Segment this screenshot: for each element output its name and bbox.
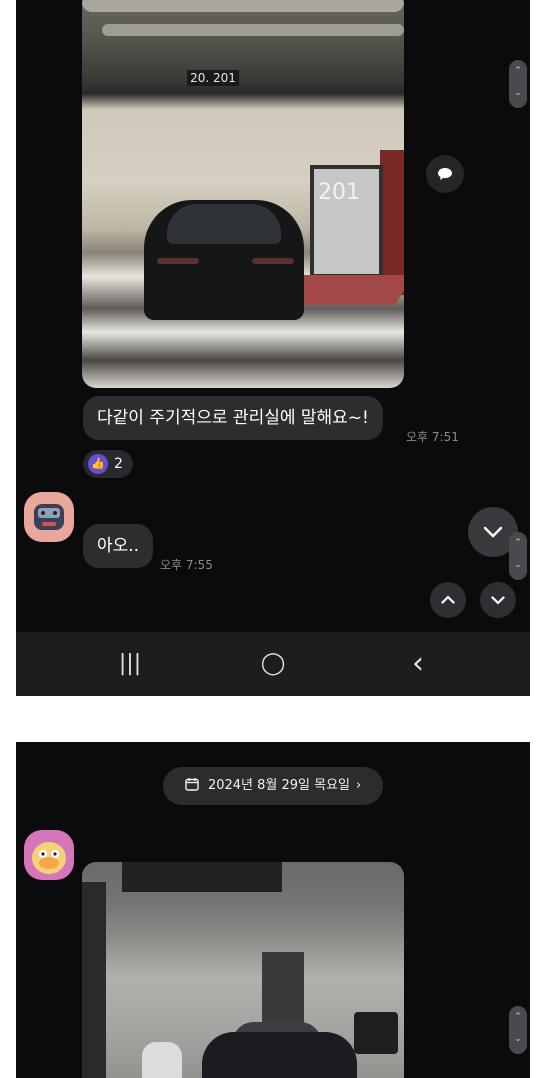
date-label: 2024년 8월 29일 목요일: [207, 778, 350, 793]
search-prev-button[interactable]: [430, 582, 466, 618]
scrollbar-handle[interactable]: ⌃ ⌄: [509, 1006, 527, 1054]
parking-photo-message[interactable]: 20. 201 201: [82, 0, 404, 388]
reaction-count: 2: [114, 456, 123, 472]
parked-car: [202, 1032, 357, 1078]
chevron-down-icon: [491, 590, 505, 609]
recent-apps-button[interactable]: |||: [100, 632, 160, 696]
scooter: [142, 1042, 182, 1078]
chevron-down-icon: [483, 523, 503, 542]
system-navigation-bar: ||| ◯ ‹: [16, 632, 530, 696]
calendar-icon: [185, 778, 208, 793]
scrollbar-handle[interactable]: ⌃ ⌄: [509, 60, 527, 108]
thumbs-up-icon: 👍: [88, 454, 108, 474]
back-button[interactable]: ‹: [388, 632, 448, 696]
chevron-up-icon: [441, 589, 455, 608]
search-next-button[interactable]: [480, 582, 516, 618]
avatar[interactable]: [24, 492, 74, 542]
message-time: 오후 7:55: [160, 558, 213, 572]
door-number: 201: [318, 180, 360, 205]
scrollbar-handle[interactable]: ⌃ ⌄: [509, 532, 527, 580]
home-button[interactable]: ◯: [243, 632, 303, 696]
parking-photo-message[interactable]: [82, 862, 404, 1078]
message-bubble: 아오..: [83, 524, 154, 568]
chevron-right-icon: ›: [356, 778, 362, 793]
date-divider[interactable]: 2024년 8월 29일 목요일 ›: [163, 767, 383, 805]
ceiling-parking-sign: 20. 201: [187, 70, 239, 86]
message-time: 오후 7:51: [406, 430, 459, 444]
chat-screen-bottom: 2024년 8월 29일 목요일 › ⌃ ⌄: [16, 742, 530, 1078]
speech-bubble-icon: [437, 166, 453, 185]
comment-button[interactable]: [426, 155, 464, 193]
message-bubble: 다같이 주기적으로 관리실에 말해요~!: [83, 396, 383, 440]
reaction-badge[interactable]: 👍 2: [83, 450, 133, 478]
avatar[interactable]: [24, 830, 74, 880]
chat-screen-top: 20. 201 201 다같이 주기적으로 관리실에 말해요~! 오후 7:51…: [16, 0, 530, 632]
